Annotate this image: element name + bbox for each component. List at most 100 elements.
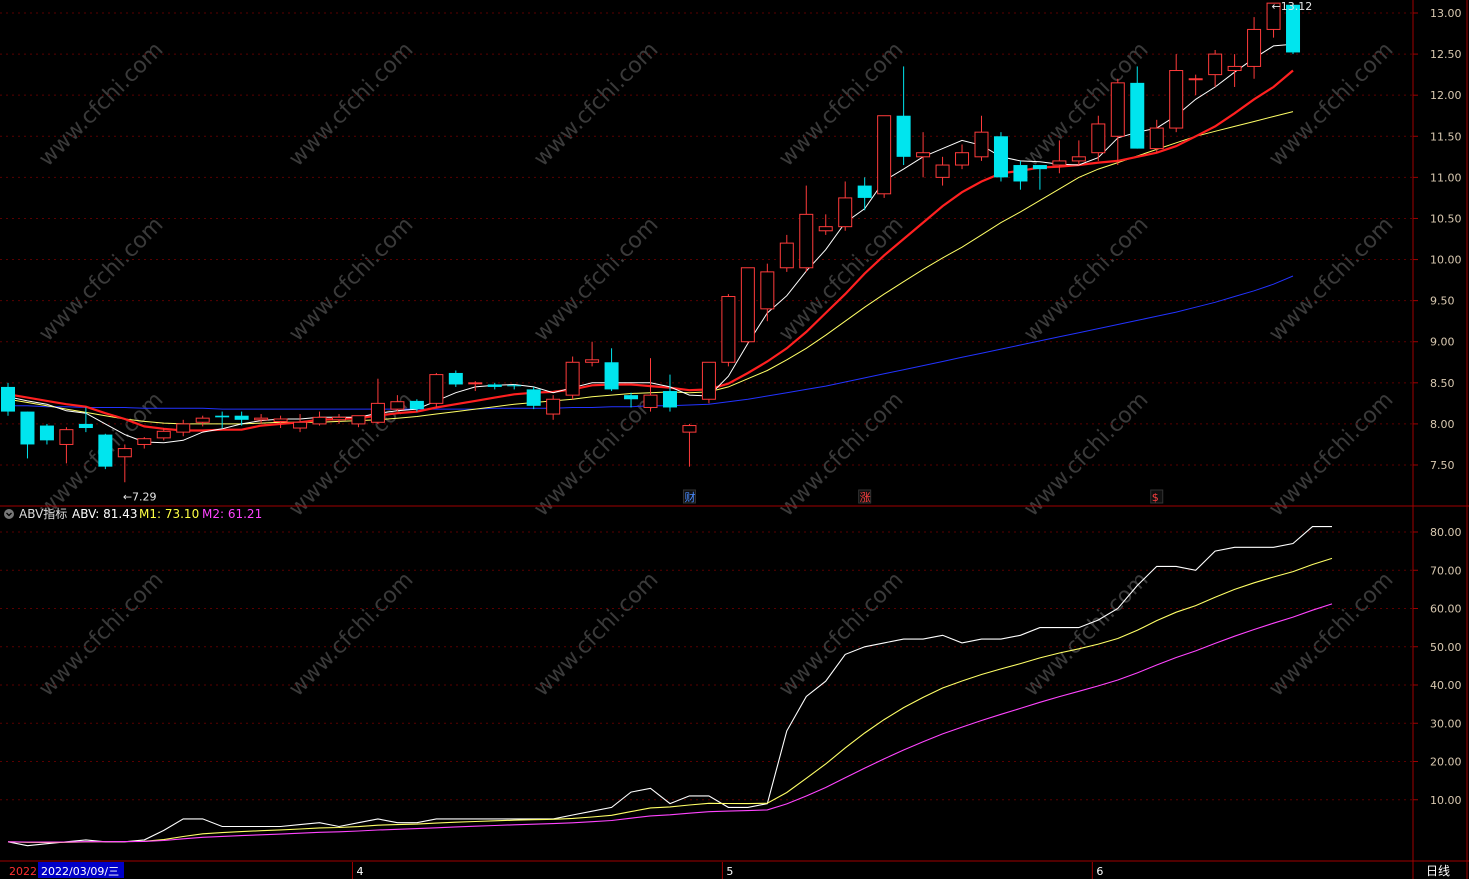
candle-body: [1052, 160, 1067, 166]
candle-body: [916, 152, 931, 158]
candle-body: [955, 152, 970, 166]
indicator-settings-icon[interactable]: [4, 509, 14, 519]
candle-body: [838, 197, 853, 228]
candle-body: [370, 402, 385, 423]
month-label: 4: [356, 865, 363, 878]
candle-body: [1149, 127, 1164, 150]
candle-body: [293, 421, 308, 429]
candle-body: [234, 415, 249, 420]
event-badge-text: 财: [684, 490, 695, 504]
candle-body: [643, 394, 658, 408]
candle-body: [487, 384, 502, 387]
candle-body: [39, 425, 54, 441]
candle-body: [195, 417, 210, 423]
candle-body: [429, 374, 444, 404]
candle: [429, 372, 444, 408]
candle-body: [1208, 53, 1223, 76]
candle-body: [1188, 78, 1203, 81]
stock-chart: www.cfchi.com www.cfchi.com www.cfchi.com w…: [0, 0, 1469, 879]
candle-body: [1169, 70, 1184, 129]
indicator-name[interactable]: ABV指标: [19, 506, 67, 521]
candle-body: [624, 395, 639, 400]
cursor-date-label: 2022/03/09/三: [41, 865, 119, 878]
candle-body: [721, 296, 736, 363]
candle-body: [701, 361, 716, 400]
candle-body: [448, 372, 463, 385]
candle-body: [1110, 82, 1125, 137]
price-tick-label: 12.50: [1430, 48, 1462, 61]
candle-body: [254, 417, 269, 421]
candle-body: [993, 136, 1008, 178]
candle-body: [409, 400, 424, 410]
candle-body: [59, 429, 74, 445]
candle-body: [1, 386, 15, 412]
candle: [701, 361, 716, 404]
price-tick-label: 11.00: [1430, 171, 1462, 184]
indicator-tick-label: 80.00: [1430, 526, 1462, 539]
price-tick-label: 10.50: [1430, 212, 1462, 225]
candle-body: [20, 411, 35, 445]
candle-body: [935, 164, 950, 178]
price-tick-label: 13.00: [1430, 7, 1462, 20]
candle-body: [98, 434, 113, 467]
candle-body: [117, 448, 132, 458]
candle-body: [818, 226, 833, 232]
candle-body: [779, 242, 794, 269]
event-badge-text: $: [1152, 491, 1159, 504]
candle-body: [507, 385, 522, 387]
indicator-tick-label: 30.00: [1430, 717, 1462, 730]
candle: [1, 382, 15, 416]
price-tick-label: 11.50: [1430, 130, 1462, 143]
candle-body: [176, 423, 191, 433]
indicator-tick-label: 50.00: [1430, 641, 1462, 654]
price-tick-label: 12.00: [1430, 89, 1462, 102]
candle-body: [1130, 82, 1145, 149]
high-price-marker: ←13.12: [1272, 0, 1313, 13]
m1-value-label: M1: 73.10: [139, 507, 199, 521]
price-tick-label: 8.00: [1430, 418, 1455, 431]
indicator-tick-label: 40.00: [1430, 679, 1462, 692]
low-price-marker: ←7.29: [123, 490, 157, 503]
price-tick-label: 9.00: [1430, 336, 1455, 349]
candle-body: [351, 415, 366, 425]
candle-body: [896, 115, 911, 157]
candle: [993, 132, 1008, 182]
period-label[interactable]: 日线: [1426, 864, 1450, 878]
candle: [877, 115, 892, 198]
candle-body: [585, 359, 600, 363]
price-tick-label: 10.00: [1430, 254, 1462, 267]
candle: [565, 356, 580, 400]
indicator-tick-label: 10.00: [1430, 794, 1462, 807]
indicator-tick-label: 70.00: [1430, 564, 1462, 577]
month-label: 6: [1096, 865, 1103, 878]
candle-body: [1091, 123, 1106, 154]
candle: [721, 294, 736, 367]
candle-body: [1227, 65, 1242, 72]
indicator-tick-label: 20.00: [1430, 756, 1462, 769]
candle-body: [137, 438, 152, 445]
indicator-header: ABV指标 ABV: 81.43 M1: 73.10 M2: 61.21: [4, 506, 262, 521]
candle-body: [331, 416, 346, 421]
candle-body: [1247, 28, 1262, 67]
candle: [98, 433, 113, 470]
candle-body: [565, 361, 580, 396]
candle: [448, 370, 463, 387]
candle-body: [857, 185, 872, 198]
candle-body: [740, 267, 755, 343]
event-badge-text: 涨: [860, 491, 871, 504]
indicator-tick-label: 60.00: [1430, 603, 1462, 616]
candle-body: [546, 398, 561, 415]
candle-body: [760, 271, 775, 310]
candle-body: [390, 401, 405, 410]
price-tick-label: 8.50: [1430, 377, 1455, 390]
candle-body: [604, 362, 619, 390]
candle-body: [78, 423, 93, 429]
axis-year-label: 2022: [9, 865, 37, 878]
candle-body: [273, 418, 288, 422]
candle-body: [468, 382, 483, 385]
m2-value-label: M2: 61.21: [202, 507, 262, 521]
candle-body: [974, 131, 989, 158]
candle-body: [215, 415, 230, 418]
candle-body: [877, 115, 892, 195]
candle: [526, 386, 541, 410]
